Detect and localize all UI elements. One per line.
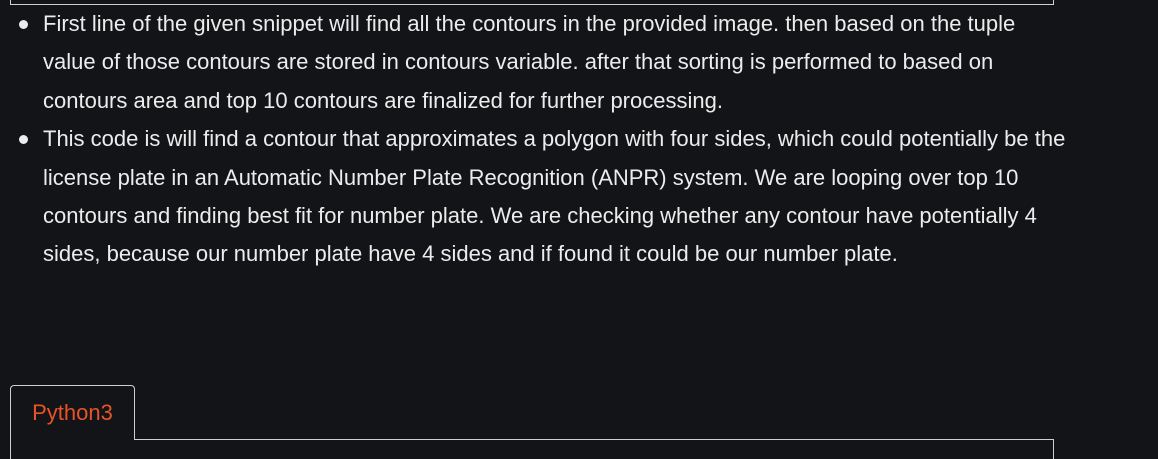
bullet-icon — [19, 20, 28, 29]
tab-python3[interactable]: Python3 — [10, 385, 135, 440]
list-item-text: First line of the given snippet will fin… — [43, 11, 1016, 113]
explanation-list: First line of the given snippet will fin… — [0, 5, 1070, 274]
list-item-text: This code is will find a contour that ap… — [43, 126, 1066, 267]
list-item: This code is will find a contour that ap… — [0, 120, 1070, 274]
list-item: First line of the given snippet will fin… — [0, 5, 1070, 120]
code-panel-left-edge — [10, 439, 11, 459]
code-panel-border — [134, 439, 1054, 459]
bullet-icon — [19, 135, 28, 145]
code-language-tabs: Python3 — [10, 385, 1054, 459]
